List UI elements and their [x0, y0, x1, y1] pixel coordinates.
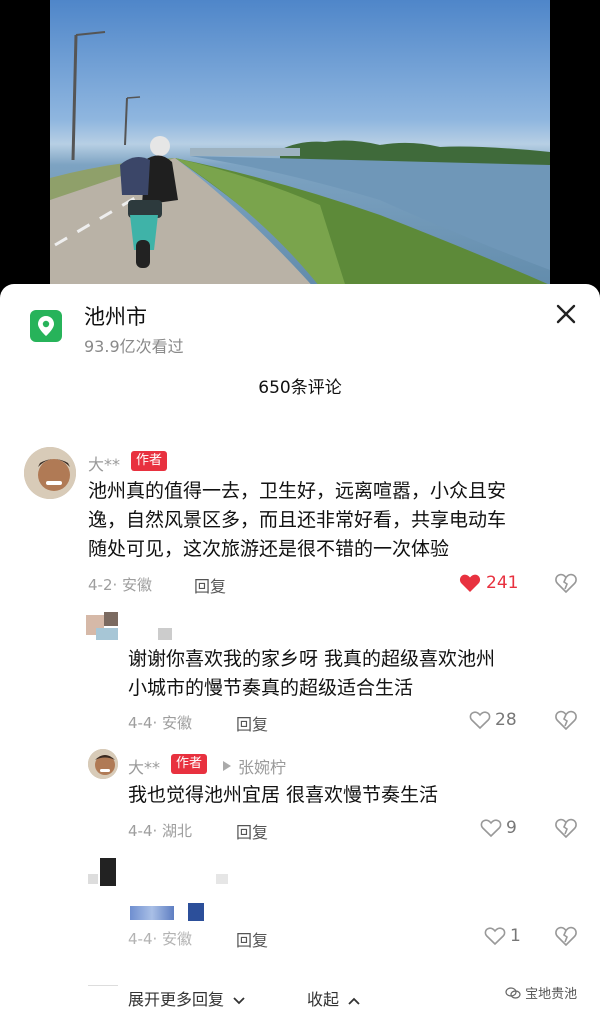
like-count: 9	[506, 818, 517, 838]
comment-line: 谢谢你喜欢我的家乡呀 我真的超级喜欢池州	[128, 648, 496, 670]
watermark: 宝地贵池	[505, 983, 577, 1004]
reply-button[interactable]: 回复	[236, 711, 268, 735]
heart-outline-icon[interactable]	[484, 926, 506, 950]
comment-line: 我也觉得池州宜居 很喜欢慢节奏生活	[128, 784, 439, 806]
blurred-avatar	[88, 874, 98, 884]
blurred-username	[96, 628, 118, 640]
location-pin-icon[interactable]	[30, 310, 62, 342]
avatar[interactable]	[24, 447, 76, 499]
blurred-comment-text	[188, 903, 204, 921]
comment-line: 小城市的慢节奏真的超级适合生活	[128, 677, 414, 699]
author-badge: 作者	[131, 451, 168, 471]
reply-button[interactable]: 回复	[236, 927, 268, 951]
username[interactable]: 大**	[88, 451, 120, 475]
dislike-broken-heart-icon[interactable]	[555, 710, 577, 734]
blurred-username	[216, 874, 228, 884]
comment-meta: 4-4· 安徽	[128, 930, 193, 948]
collapse-button[interactable]: 收起	[307, 986, 361, 1010]
video-scene	[50, 31, 550, 300]
blurred-username	[158, 628, 172, 640]
reply-arrow-icon	[222, 757, 232, 776]
comment-text: 池州真的值得一去，卫生好，远离喧嚣，小众且安 逸，自然风景区多，而且还非常好看，…	[88, 477, 506, 564]
reply-button[interactable]: 回复	[236, 819, 268, 843]
expand-more-replies-button[interactable]: 展开更多回复	[128, 986, 246, 1010]
watermark-text: 宝地贵池	[525, 987, 578, 1002]
location-views: 93.9亿次看过	[84, 337, 184, 356]
heart-outline-icon[interactable]	[469, 710, 491, 734]
blurred-avatar	[100, 858, 116, 886]
comment-line: 池州真的值得一去，卫生好，远离喧嚣，小众且安	[88, 480, 507, 502]
dislike-broken-heart-icon[interactable]	[555, 926, 577, 950]
comment-line: 逸，自然风景区多，而且还非常好看，共享电动车	[88, 509, 507, 531]
dislike-broken-heart-icon[interactable]	[555, 818, 577, 842]
chevron-down-icon	[232, 991, 246, 1010]
comment-text: 谢谢你喜欢我的家乡呀 我真的超级喜欢池州 小城市的慢节奏真的超级适合生活	[128, 645, 495, 703]
blurred-avatar	[104, 612, 118, 626]
comment-line: 随处可见，这次旅游还是很不错的一次体验	[88, 538, 450, 560]
close-icon[interactable]	[552, 300, 580, 328]
heart-outline-icon[interactable]	[480, 818, 502, 842]
comments-count: 650条评论	[258, 378, 342, 398]
comment-meta: 4-4· 湖北	[128, 822, 193, 840]
reply-button[interactable]: 回复	[194, 573, 226, 597]
dislike-broken-heart-icon[interactable]	[555, 573, 577, 597]
avatar[interactable]	[88, 749, 118, 779]
heart-filled-icon[interactable]	[459, 573, 481, 597]
chevron-up-icon	[347, 991, 361, 1010]
comment-meta: 4-2· 安徽	[88, 576, 153, 594]
location-title[interactable]: 池州市	[84, 301, 147, 331]
collapse-label: 收起	[307, 990, 340, 1009]
like-count: 241	[486, 573, 519, 593]
like-count: 28	[495, 710, 517, 730]
divider	[88, 985, 118, 986]
comment-text: 我也觉得池州宜居 很喜欢慢节奏生活	[128, 781, 438, 810]
video-frame[interactable]	[50, 0, 550, 300]
expand-label: 展开更多回复	[128, 990, 225, 1009]
blurred-comment-text	[130, 906, 174, 920]
comment-meta: 4-4· 安徽	[128, 714, 193, 732]
reply-to-username[interactable]: 张婉柠	[238, 754, 286, 778]
author-badge: 作者	[171, 754, 208, 774]
like-count: 1	[510, 926, 521, 946]
wechat-logo-icon	[505, 986, 521, 1004]
username[interactable]: 大**	[128, 754, 160, 778]
